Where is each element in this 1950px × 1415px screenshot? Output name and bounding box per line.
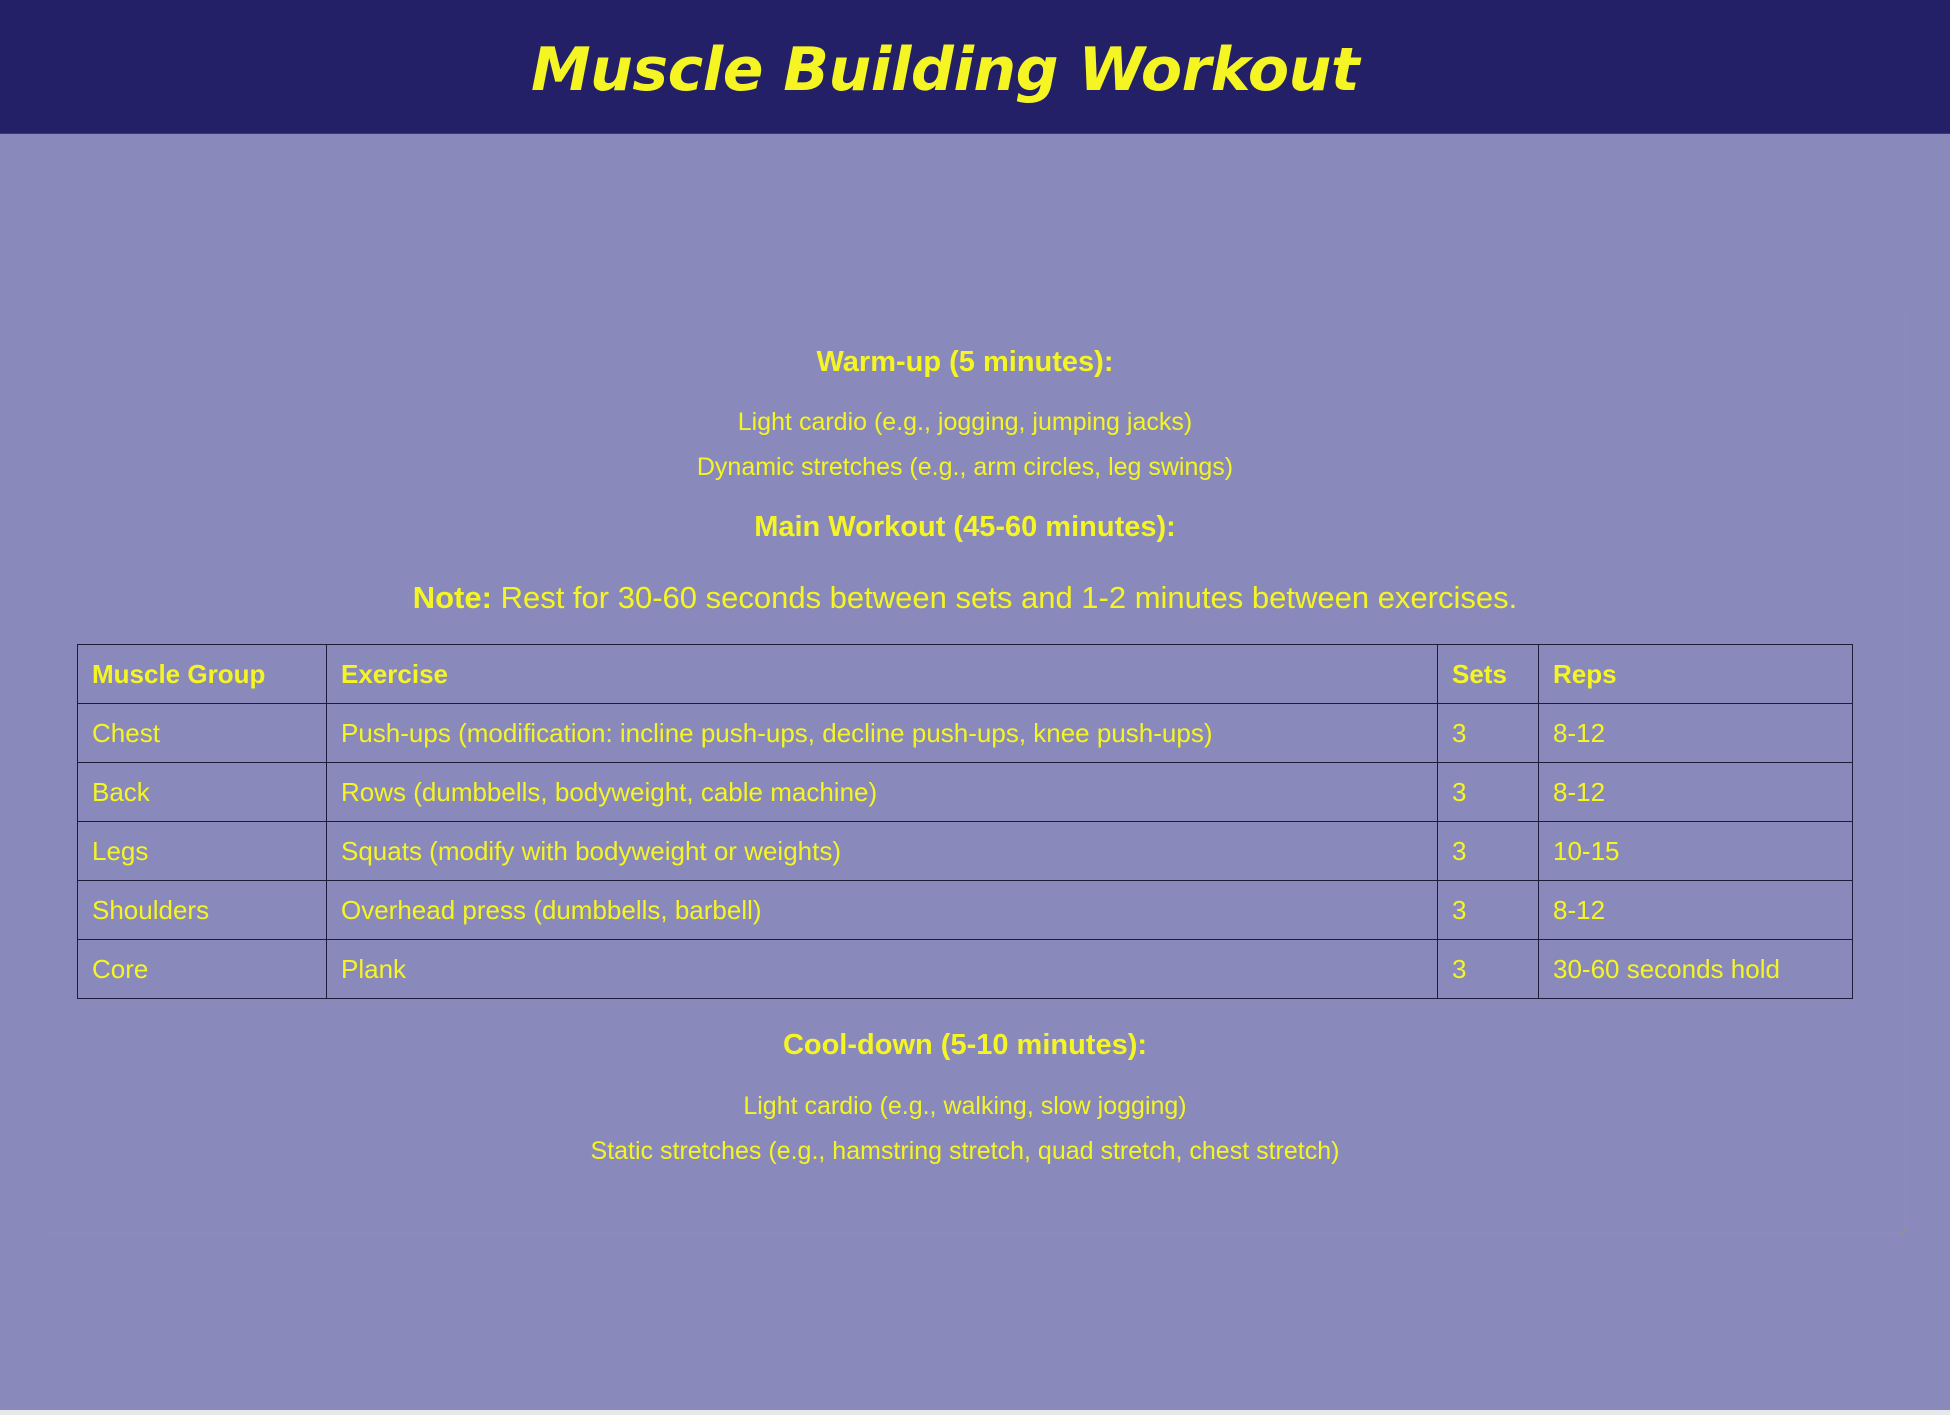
table-row: Chest Push-ups (modification: incline pu… (77, 703, 1853, 763)
cell-reps: 8-12 (1538, 703, 1853, 763)
warmup-item: Light cardio (e.g., jogging, jumping jac… (737, 408, 1193, 436)
header-bar: Muscle Building Workout (0, 0, 1950, 134)
cell-reps: 30-60 seconds hold (1538, 939, 1853, 999)
cell-muscle-group: Core (77, 939, 327, 999)
cell-reps: 10-15 (1538, 821, 1853, 881)
cell-sets: 3 (1437, 762, 1539, 822)
cell-muscle-group: Chest (77, 703, 327, 763)
cooldown-heading: Cool-down (5-10 minutes): (782, 1029, 1148, 1061)
cell-exercise: Push-ups (modification: incline push-ups… (326, 703, 1438, 763)
cell-sets: 3 (1437, 703, 1539, 763)
cell-sets: 3 (1437, 939, 1539, 999)
cell-reps: 8-12 (1538, 880, 1853, 940)
column-header-exercise: Exercise (326, 644, 1438, 704)
cell-sets: 3 (1437, 880, 1539, 940)
cell-reps: 8-12 (1538, 762, 1853, 822)
cell-sets: 3 (1437, 821, 1539, 881)
table-header-row: Muscle Group Exercise Sets Reps (77, 644, 1853, 704)
cell-exercise: Plank (326, 939, 1438, 999)
cell-exercise: Overhead press (dumbbells, barbell) (326, 880, 1438, 940)
table-row: Shoulders Overhead press (dumbbells, bar… (77, 880, 1853, 940)
cell-muscle-group: Shoulders (77, 880, 327, 940)
cell-exercise: Squats (modify with bodyweight or weight… (326, 821, 1438, 881)
page: Muscle Building Workout Warm-up (5 minut… (0, 0, 1950, 1410)
cell-muscle-group: Back (77, 762, 327, 822)
column-header-muscle-group: Muscle Group (77, 644, 327, 704)
main-workout-heading: Main Workout (45-60 minutes): (754, 511, 1176, 543)
cell-exercise: Rows (dumbbells, bodyweight, cable machi… (326, 762, 1438, 822)
cooldown-item: Light cardio (e.g., walking, slow joggin… (743, 1092, 1187, 1120)
warmup-heading: Warm-up (5 minutes): (816, 346, 1114, 378)
column-header-reps: Reps (1538, 644, 1853, 704)
cell-muscle-group: Legs (77, 821, 327, 881)
table-row: Back Rows (dumbbells, bodyweight, cable … (77, 762, 1853, 822)
table-row: Core Plank 3 30-60 seconds hold (77, 939, 1853, 999)
warmup-item: Dynamic stretches (e.g., arm circles, le… (696, 453, 1234, 481)
note-label: Note: (412, 580, 492, 615)
page-title: Muscle Building Workout (530, 35, 1360, 105)
column-header-sets: Sets (1437, 644, 1539, 704)
rest-note: Note: Rest for 30-60 seconds between set… (0, 578, 1930, 618)
cooldown-item: Static stretches (e.g., hamstring stretc… (590, 1137, 1340, 1165)
workout-table: Muscle Group Exercise Sets Reps Chest Pu… (77, 644, 1853, 999)
table-row: Legs Squats (modify with bodyweight or w… (77, 821, 1853, 881)
note-text: Rest for 30-60 seconds between sets and … (491, 580, 1518, 615)
